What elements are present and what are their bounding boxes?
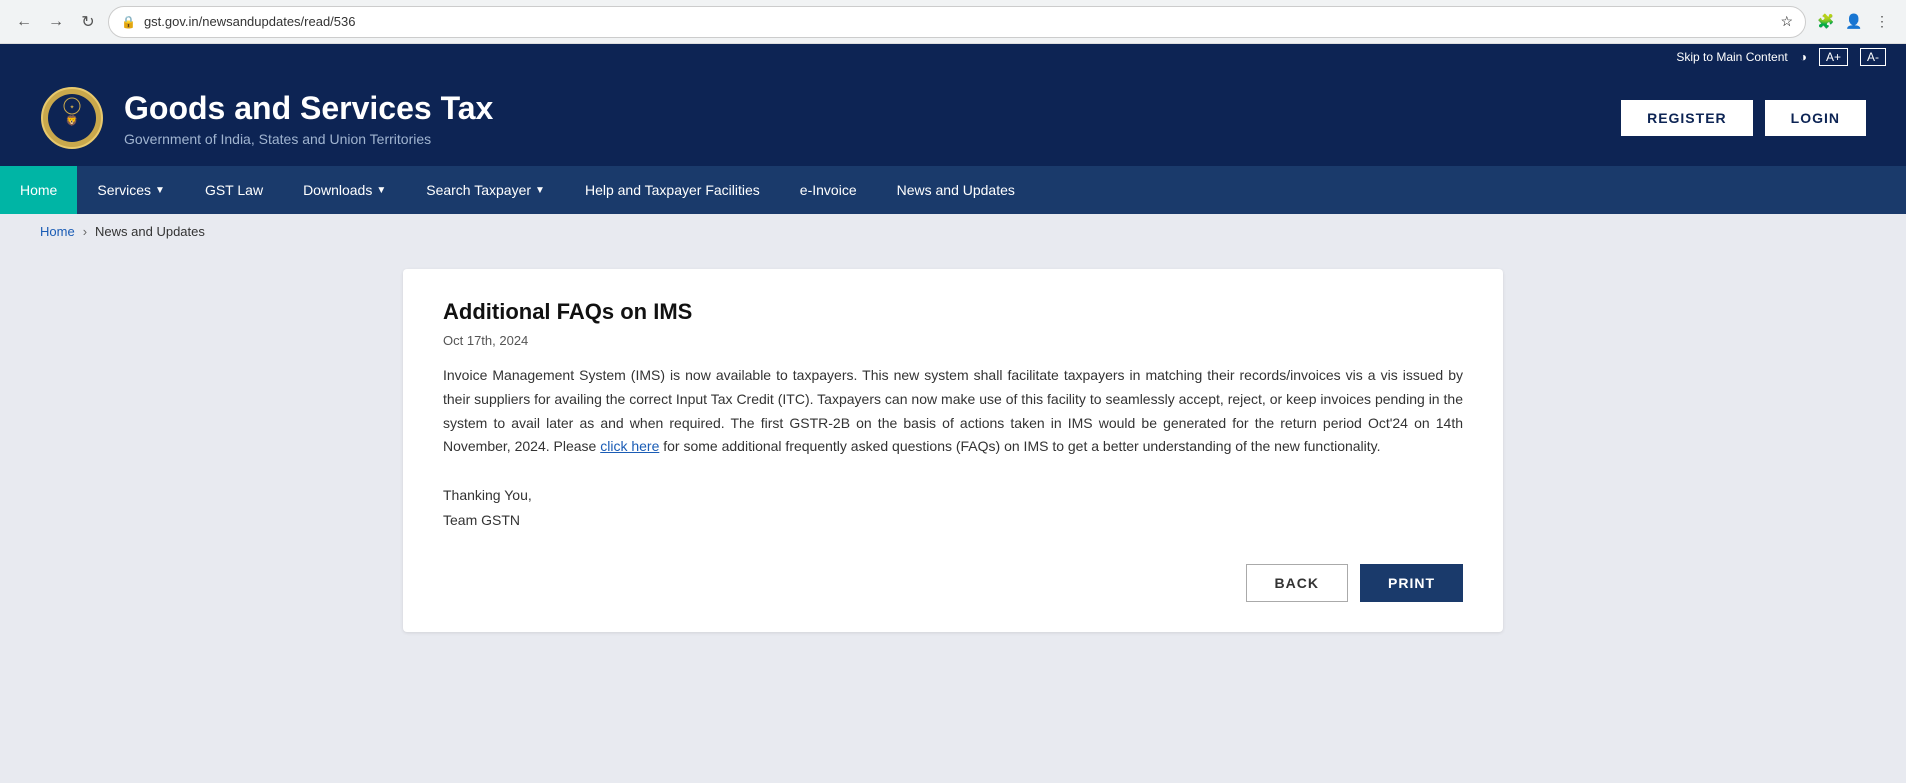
nav-item-help[interactable]: Help and Taxpayer Facilities	[565, 166, 780, 214]
thanks-line2: Team GSTN	[443, 508, 1463, 533]
site-emblem: 🦁 ✦	[40, 86, 104, 150]
downloads-dropdown-icon: ▼	[376, 185, 386, 196]
forward-button[interactable]: →	[44, 10, 68, 34]
svg-text:🦁: 🦁	[66, 114, 78, 127]
nav-downloads-label: Downloads	[303, 182, 372, 198]
article-click-here-link[interactable]: click here	[600, 438, 659, 454]
article-body-part2: for some additional frequently asked que…	[659, 438, 1380, 454]
address-bar: 🔒 ☆	[108, 6, 1806, 38]
thanks-line1: Thanking You,	[443, 483, 1463, 508]
reload-button[interactable]: ↻	[76, 10, 100, 34]
nav-gst-law-label: GST Law	[205, 182, 263, 198]
header-left: 🦁 ✦ Goods and Services Tax Government of…	[40, 86, 493, 150]
extensions-icon[interactable]: 🧩	[1814, 10, 1838, 34]
accessibility-bar: Skip to Main Content ◑ A+ A-	[0, 44, 1906, 70]
site-header: 🦁 ✦ Goods and Services Tax Government of…	[0, 70, 1906, 166]
url-input[interactable]	[144, 14, 1772, 29]
nav-item-search-taxpayer[interactable]: Search Taxpayer ▼	[406, 166, 565, 214]
nav-help-label: Help and Taxpayer Facilities	[585, 182, 760, 198]
login-button[interactable]: LOGIN	[1765, 100, 1866, 136]
menu-icon[interactable]: ⋮	[1870, 10, 1894, 34]
lock-icon: 🔒	[121, 15, 136, 29]
nav-einvoice-label: e-Invoice	[800, 182, 857, 198]
main-content: Additional FAQs on IMS Oct 17th, 2024 In…	[0, 249, 1906, 672]
svg-text:✦: ✦	[69, 104, 74, 111]
article-footer: Thanking You, Team GSTN	[443, 483, 1463, 533]
browser-chrome: ← → ↻ 🔒 ☆ 🧩 👤 ⋮	[0, 0, 1906, 44]
profile-icon[interactable]: 👤	[1842, 10, 1866, 34]
nav-item-home[interactable]: Home	[0, 166, 77, 214]
contrast-icon: ◑	[1800, 50, 1807, 64]
breadcrumb-current: News and Updates	[95, 224, 205, 239]
services-dropdown-icon: ▼	[155, 185, 165, 196]
nav-item-news[interactable]: News and Updates	[877, 166, 1035, 214]
print-button[interactable]: PRINT	[1360, 564, 1463, 602]
font-decrease-btn[interactable]: A-	[1860, 48, 1886, 66]
nav-item-einvoice[interactable]: e-Invoice	[780, 166, 877, 214]
article-body: Invoice Management System (IMS) is now a…	[443, 364, 1463, 459]
breadcrumb-separator: ›	[83, 224, 87, 239]
breadcrumb-home-link[interactable]: Home	[40, 224, 75, 239]
font-increase-btn[interactable]: A+	[1819, 48, 1848, 66]
star-icon[interactable]: ☆	[1780, 13, 1793, 30]
browser-actions: 🧩 👤 ⋮	[1814, 10, 1894, 34]
nav-news-label: News and Updates	[897, 182, 1015, 198]
back-button[interactable]: ←	[12, 10, 36, 34]
site-name: Goods and Services Tax	[124, 90, 493, 127]
nav-item-services[interactable]: Services ▼	[77, 166, 185, 214]
nav-item-gst-law[interactable]: GST Law	[185, 166, 283, 214]
skip-to-main-link[interactable]: Skip to Main Content	[1676, 50, 1787, 64]
nav-search-taxpayer-label: Search Taxpayer	[426, 182, 531, 198]
article-date: Oct 17th, 2024	[443, 333, 1463, 348]
header-buttons: REGISTER LOGIN	[1621, 100, 1866, 136]
action-buttons: BACK PRINT	[443, 564, 1463, 602]
site-title: Goods and Services Tax Government of Ind…	[124, 90, 493, 147]
breadcrumb: Home › News and Updates	[0, 214, 1906, 249]
site-subtitle: Government of India, States and Union Te…	[124, 131, 493, 147]
back-button[interactable]: BACK	[1246, 564, 1348, 602]
search-taxpayer-dropdown-icon: ▼	[535, 185, 545, 196]
nav-item-downloads[interactable]: Downloads ▼	[283, 166, 406, 214]
article-title: Additional FAQs on IMS	[443, 299, 1463, 325]
nav-home-label: Home	[20, 182, 57, 198]
content-card: Additional FAQs on IMS Oct 17th, 2024 In…	[403, 269, 1503, 632]
main-nav: Home Services ▼ GST Law Downloads ▼ Sear…	[0, 166, 1906, 214]
nav-services-label: Services	[97, 182, 151, 198]
register-button[interactable]: REGISTER	[1621, 100, 1753, 136]
